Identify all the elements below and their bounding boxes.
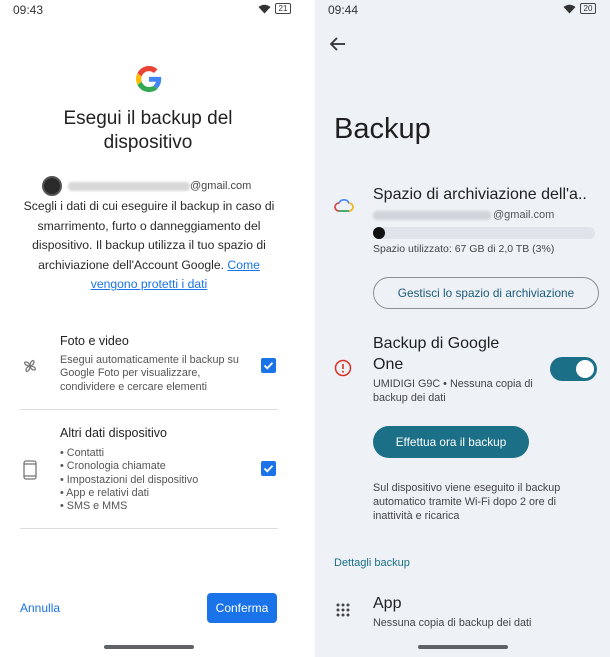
- auto-backup-note: Sul dispositivo viene eseguito il backup…: [373, 482, 561, 522]
- cloud-icon: [334, 199, 354, 212]
- wifi-icon: [563, 4, 576, 13]
- backup-now-button[interactable]: Effettua ora il backup: [373, 426, 529, 458]
- screen-divider: [305, 0, 315, 657]
- divider: [20, 528, 278, 529]
- account-row: @gmail.com: [42, 176, 251, 196]
- google-one-backup-subtitle: UMIDIGI G9C • Nessuna copia di backup de…: [373, 378, 533, 404]
- photos-checkbox[interactable]: [261, 358, 276, 373]
- pinwheel-icon: [23, 359, 37, 373]
- cancel-button[interactable]: Annulla: [20, 601, 60, 615]
- manage-storage-button[interactable]: Gestisci lo spazio di archiviazione: [373, 277, 599, 309]
- backup-setup-screen: 09:43 21 Esegui il backup del dispositiv…: [0, 0, 305, 657]
- option-title: Altri dati dispositivo: [60, 426, 167, 440]
- phone-icon: [23, 460, 37, 480]
- redacted-email: [373, 210, 491, 220]
- google-one-backup-title: Backup di Google One: [373, 335, 500, 373]
- back-arrow-icon[interactable]: [329, 36, 347, 52]
- option-title: Foto e video: [60, 334, 129, 348]
- storage-progress-fill: [373, 227, 385, 239]
- status-bar: 09:43 21: [0, 0, 305, 22]
- account-email-suffix: @gmail.com: [190, 180, 252, 192]
- check-icon: [263, 465, 274, 473]
- storage-title: Spazio di archiviazione dell'a..: [373, 186, 587, 203]
- storage-account: @gmail.com: [373, 209, 554, 221]
- status-time: 09:43: [13, 3, 44, 17]
- google-logo-icon: [136, 66, 162, 92]
- list-item: • Impostazioni del dispositivo: [60, 473, 199, 486]
- page-title: Esegui il backup del dispositivo: [63, 108, 233, 153]
- list-item: • App e relativi dati: [60, 486, 150, 499]
- option-photos[interactable]: Foto e video Esegui automaticamente il b…: [20, 334, 278, 404]
- details-section-header: Dettagli backup: [334, 557, 410, 569]
- status-bar: 09:44 20: [315, 0, 610, 22]
- avatar: [42, 176, 62, 196]
- gesture-handle[interactable]: [418, 645, 508, 649]
- confirm-button[interactable]: Conferma: [207, 593, 277, 623]
- list-item: • Cronologia chiamate: [60, 460, 166, 473]
- gesture-handle[interactable]: [104, 645, 194, 649]
- warning-icon: [334, 359, 352, 377]
- redacted-email: [68, 181, 190, 191]
- battery-icon: 21: [275, 3, 291, 14]
- wifi-icon: [258, 4, 271, 13]
- app-row-title[interactable]: App: [373, 595, 401, 613]
- storage-usage-text: Spazio utilizzato: 67 GB di 2,0 TB (3%): [373, 243, 555, 255]
- status-time: 09:44: [328, 3, 359, 17]
- backup-toggle[interactable]: [550, 357, 597, 381]
- description: Scegli i dati di cui eseguire il backup …: [18, 197, 280, 295]
- backup-settings-screen: 09:44 20 Backup Spazio di archiviazione …: [315, 0, 610, 657]
- check-icon: [263, 362, 274, 370]
- list-item: • SMS e MMS: [60, 500, 128, 513]
- option-items-list: • Contatti • Cronologia chiamate • Impos…: [60, 447, 242, 513]
- toggle-knob: [576, 360, 594, 378]
- other-data-checkbox[interactable]: [261, 461, 276, 476]
- account-email-suffix: @gmail.com: [493, 209, 555, 221]
- battery-icon: 20: [580, 3, 596, 14]
- page-title: Backup: [334, 113, 431, 145]
- divider: [20, 409, 278, 410]
- app-row-subtitle: Nessuna copia di backup dei dati: [373, 617, 532, 629]
- list-item: • Contatti: [60, 447, 104, 459]
- storage-progress-bar: [373, 227, 595, 239]
- apps-grid-icon: [336, 603, 350, 617]
- option-description: Esegui automaticamente il backup su Goog…: [60, 354, 239, 393]
- option-other-data[interactable]: Altri dati dispositivo • Contatti • Cron…: [20, 425, 278, 520]
